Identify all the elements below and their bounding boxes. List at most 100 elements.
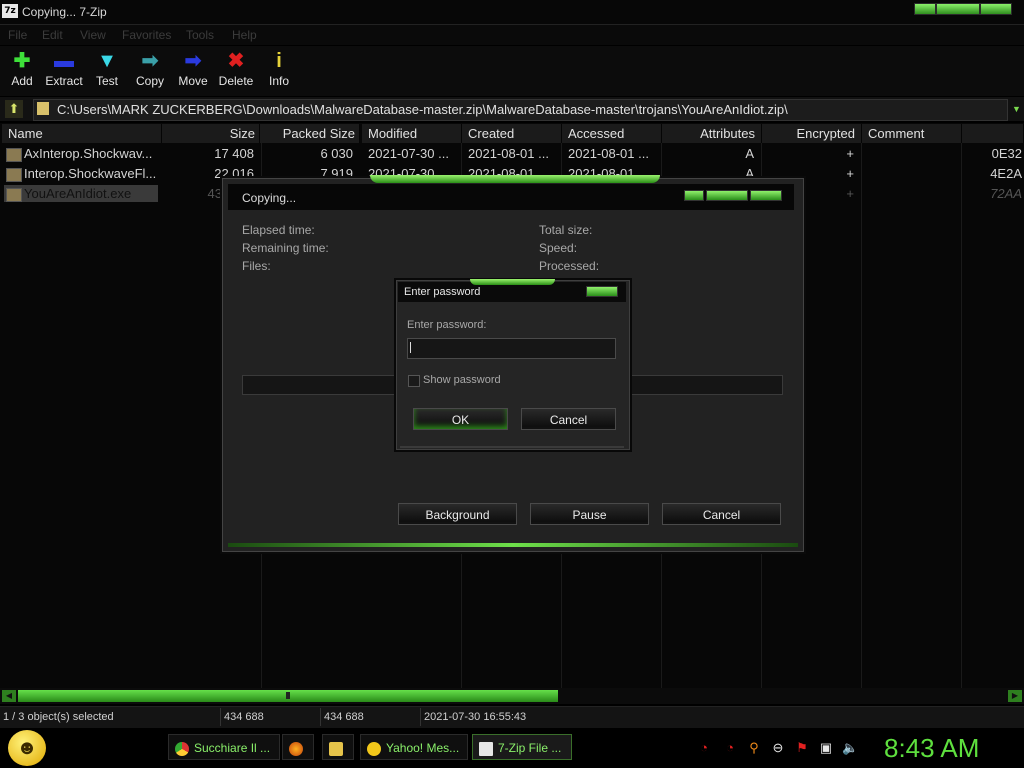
dialog-divider: [400, 446, 624, 448]
info-button[interactable]: i Info: [257, 48, 301, 94]
title-bar: [0, 0, 1024, 25]
chevron-down-icon[interactable]: ▼: [1012, 104, 1021, 114]
column-name[interactable]: Name: [2, 124, 162, 143]
task-firefox[interactable]: [282, 734, 314, 760]
file-crc: 0E32: [991, 146, 1022, 161]
menu-edit[interactable]: Edit: [42, 28, 63, 42]
test-button[interactable]: ▼ Test: [85, 48, 129, 94]
file-name[interactable]: YouAreAnIdiot.exe: [24, 185, 159, 203]
task-7zip[interactable]: 7-Zip File ...: [472, 734, 572, 760]
dialog-glow: [470, 279, 555, 285]
status-size: 434 688: [224, 711, 264, 723]
chrome-icon: [175, 741, 189, 756]
file-created: 2021-08-01 ...: [468, 146, 549, 161]
copy-cancel-button[interactable]: Cancel: [662, 503, 781, 525]
up-folder-icon[interactable]: ⬆: [5, 100, 23, 118]
file-size: 43: [207, 186, 222, 201]
column-divider: [961, 143, 962, 688]
file-accessed: 2021-08-01 ...: [568, 146, 649, 161]
file-attributes: A: [745, 146, 754, 161]
password-input[interactable]: [407, 338, 616, 359]
total-size-label: Total size:: [539, 223, 593, 237]
processed-label: Processed:: [539, 259, 600, 273]
clock[interactable]: 8:43 AM: [884, 733, 979, 764]
menu-help[interactable]: Help: [232, 28, 257, 42]
flag-icon[interactable]: ⚑: [794, 740, 810, 756]
search-icon[interactable]: ⚲: [746, 740, 762, 756]
column-crc[interactable]: [962, 124, 1024, 143]
password-cancel-button[interactable]: Cancel: [521, 408, 616, 430]
pause-button[interactable]: Pause: [530, 503, 649, 525]
maximize-button[interactable]: [936, 3, 980, 15]
7zip-app-icon[interactable]: 7z: [2, 4, 18, 18]
show-password-label[interactable]: Show password: [423, 374, 501, 386]
background-button[interactable]: Background: [398, 503, 517, 525]
file-icon: [6, 168, 22, 182]
scroll-left-icon[interactable]: ◀: [2, 690, 16, 702]
task-chrome[interactable]: Succhiare Il ...: [168, 734, 280, 760]
status-divider: [320, 708, 321, 726]
status-modified: 2021-07-30 16:55:43: [424, 711, 527, 723]
file-icon: [6, 188, 22, 202]
minimize-button[interactable]: [914, 3, 936, 15]
menu-tools[interactable]: Tools: [186, 28, 214, 42]
copy-close-button[interactable]: [750, 190, 782, 201]
task-yahoo-messenger[interactable]: Yahoo! Mes...: [360, 734, 468, 760]
extract-button[interactable]: ▬ Extract: [42, 48, 86, 94]
status-selected: 1 / 3 object(s) selected: [3, 711, 114, 723]
delete-x-icon: ✖: [227, 50, 245, 72]
copy-button[interactable]: ➡ Copy: [128, 48, 172, 94]
move-button[interactable]: ➡ Move: [171, 48, 215, 94]
ok-button[interactable]: OK: [413, 408, 508, 430]
smiley-icon[interactable]: ☻: [8, 730, 46, 766]
column-modified[interactable]: Modified: [362, 124, 462, 143]
password-close-button[interactable]: [586, 286, 618, 297]
copy-label: Copy: [135, 74, 164, 88]
delete-label: Delete: [218, 74, 254, 88]
tray-clock-icon[interactable]: ◔: [696, 740, 712, 756]
delete-button[interactable]: ✖ Delete: [214, 48, 258, 94]
password-dialog-title: Enter password: [404, 286, 481, 298]
move-arrow-icon: ➡: [184, 50, 202, 72]
show-password-checkbox[interactable]: [408, 375, 420, 387]
task-label: Yahoo! Mes...: [386, 741, 460, 755]
menu-favorites[interactable]: Favorites: [122, 28, 171, 42]
file-size: 17 408: [214, 146, 254, 161]
column-attributes[interactable]: Attributes: [662, 124, 762, 143]
volume-icon[interactable]: 🔈: [842, 740, 858, 756]
tray-status-icon[interactable]: ⊖: [770, 740, 786, 756]
column-divider: [861, 143, 862, 688]
scrollbar-grip: [286, 692, 290, 699]
status-divider: [420, 708, 421, 726]
file-name[interactable]: Interop.ShockwaveFl...: [24, 165, 159, 183]
column-comment[interactable]: Comment: [862, 124, 962, 143]
status-divider: [220, 708, 221, 726]
folder-icon: [37, 102, 49, 115]
file-crc: 72AA: [990, 186, 1022, 201]
network-icon[interactable]: ▣: [818, 740, 834, 756]
yahoo-messenger-icon: [367, 741, 381, 756]
menu-file[interactable]: File: [8, 28, 27, 42]
add-button[interactable]: ✚ Add: [0, 48, 44, 94]
task-folder[interactable]: [322, 734, 354, 760]
column-packed-size[interactable]: Packed Size: [260, 124, 360, 143]
copy-maximize-button[interactable]: [706, 190, 748, 201]
firefox-icon: [289, 741, 303, 756]
tray-clock-icon[interactable]: ◔: [722, 740, 738, 756]
window-title: Copying... 7-Zip: [22, 5, 107, 19]
column-encrypted[interactable]: Encrypted: [762, 124, 862, 143]
column-size[interactable]: Size: [162, 124, 260, 143]
check-icon: ▼: [97, 50, 117, 72]
close-button[interactable]: [980, 3, 1012, 15]
column-created[interactable]: Created: [462, 124, 562, 143]
copy-minimize-button[interactable]: [684, 190, 704, 201]
file-name[interactable]: AxInterop.Shockwav...: [24, 145, 159, 163]
status-packed: 434 688: [324, 711, 364, 723]
address-path: C:\Users\MARK ZUCKERBERG\Downloads\Malwa…: [57, 102, 788, 117]
elapsed-time-label: Elapsed time:: [242, 223, 315, 237]
menu-view[interactable]: View: [80, 28, 106, 42]
7zip-icon: [479, 741, 493, 756]
column-accessed[interactable]: Accessed: [562, 124, 662, 143]
scroll-right-icon[interactable]: ▶: [1008, 690, 1022, 702]
file-icon: [6, 148, 22, 162]
